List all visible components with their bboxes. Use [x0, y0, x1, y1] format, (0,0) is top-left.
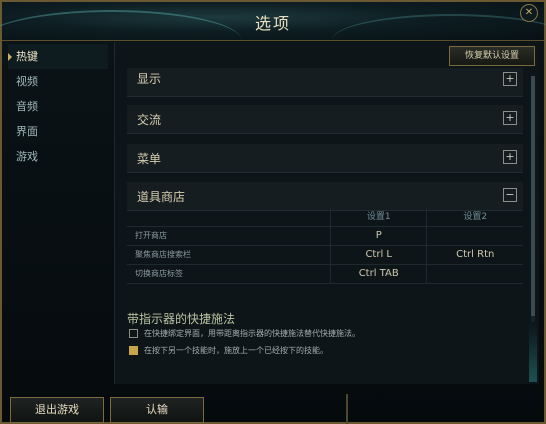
self-cast-option[interactable]: 在按下另一个技能时，施放上一个已经按下的技能。 — [129, 345, 328, 356]
bind-slot-2[interactable]: Ctrl Rtn — [426, 246, 523, 264]
expand-icon[interactable]: + — [503, 150, 517, 164]
exit-game-button[interactable]: 退出游戏 — [10, 397, 104, 423]
section-label: 交流 — [137, 113, 162, 127]
bind-slot-1[interactable]: P — [329, 227, 427, 245]
quickcast-option[interactable]: 在快捷绑定界面，用带距离指示器的快捷施法替代快捷施法。 — [129, 328, 360, 339]
section-label: 道具商店 — [137, 190, 186, 204]
section-item-shop[interactable]: 道具商店 − — [127, 182, 523, 211]
sidebar-item-audio[interactable]: 音频 — [8, 94, 108, 119]
bind-slot-1[interactable]: Ctrl L — [329, 246, 427, 264]
expand-icon[interactable]: + — [503, 72, 517, 86]
option-label: 在按下另一个技能时，施放上一个已经按下的技能。 — [144, 346, 328, 355]
section-communication[interactable]: 交流 + — [127, 105, 523, 134]
checkbox-checked[interactable] — [129, 346, 138, 355]
item-shop-bind-table: 设置1 设置2 打开商店 P 聚焦商店搜索栏 Ctrl L Ctrl Rtn 切… — [127, 208, 523, 284]
footer-divider — [346, 394, 348, 424]
reset-defaults-button[interactable]: 恢复默认设置 — [449, 46, 535, 66]
expand-icon[interactable]: + — [503, 111, 517, 125]
section-label: 菜单 — [137, 152, 162, 166]
sidebar-item-hotkeys[interactable]: 热键 — [8, 44, 108, 69]
options-window: 选项 ✕ 热键 视频 音频 界面 游戏 恢复默认设置 显示 + 交流 + 菜单 … — [0, 0, 546, 424]
table-row: 切换商店标签 Ctrl TAB — [127, 265, 523, 284]
column-header — [127, 208, 330, 226]
section-display[interactable]: 显示 + — [127, 68, 523, 97]
bind-slot-2[interactable] — [426, 227, 523, 245]
surrender-button[interactable]: 认输 — [110, 397, 204, 423]
scrollbar-thumb[interactable] — [531, 76, 535, 316]
table-header-row: 设置1 设置2 — [127, 208, 523, 227]
section-menu[interactable]: 菜单 + — [127, 144, 523, 173]
window-title: 选项 — [254, 14, 291, 33]
bind-slot-1[interactable]: Ctrl TAB — [329, 265, 427, 283]
checkbox[interactable] — [129, 329, 138, 338]
scrollbar-glow — [529, 322, 537, 382]
column-header-setting-2: 设置2 — [426, 208, 523, 226]
sidebar-item-video[interactable]: 视频 — [8, 69, 108, 94]
close-button[interactable]: ✕ — [520, 4, 538, 22]
sidebar-item-interface[interactable]: 界面 — [8, 119, 108, 144]
section-label: 显示 — [137, 72, 162, 86]
table-row: 聚焦商店搜索栏 Ctrl L Ctrl Rtn — [127, 246, 523, 265]
option-label: 在快捷绑定界面，用带距离指示器的快捷施法替代快捷施法。 — [144, 329, 360, 338]
column-header-setting-1: 设置1 — [329, 208, 427, 226]
action-label: 切换商店标签 — [135, 269, 183, 278]
action-label: 聚焦商店搜索栏 — [135, 250, 191, 259]
table-row: 打开商店 P — [127, 227, 523, 246]
quickcast-heading: 带指示器的快捷施法 — [127, 312, 236, 326]
sidebar: 热键 视频 音频 界面 游戏 — [8, 44, 108, 169]
title-bar: 选项 ✕ — [0, 2, 546, 41]
hotkeys-panel: 恢复默认设置 显示 + 交流 + 菜单 + 道具商店 − 设置1 设置2 打开商… — [114, 42, 539, 384]
collapse-icon[interactable]: − — [503, 188, 517, 202]
bind-slot-2[interactable] — [426, 265, 523, 283]
action-label: 打开商店 — [135, 231, 167, 240]
sidebar-item-game[interactable]: 游戏 — [8, 144, 108, 169]
